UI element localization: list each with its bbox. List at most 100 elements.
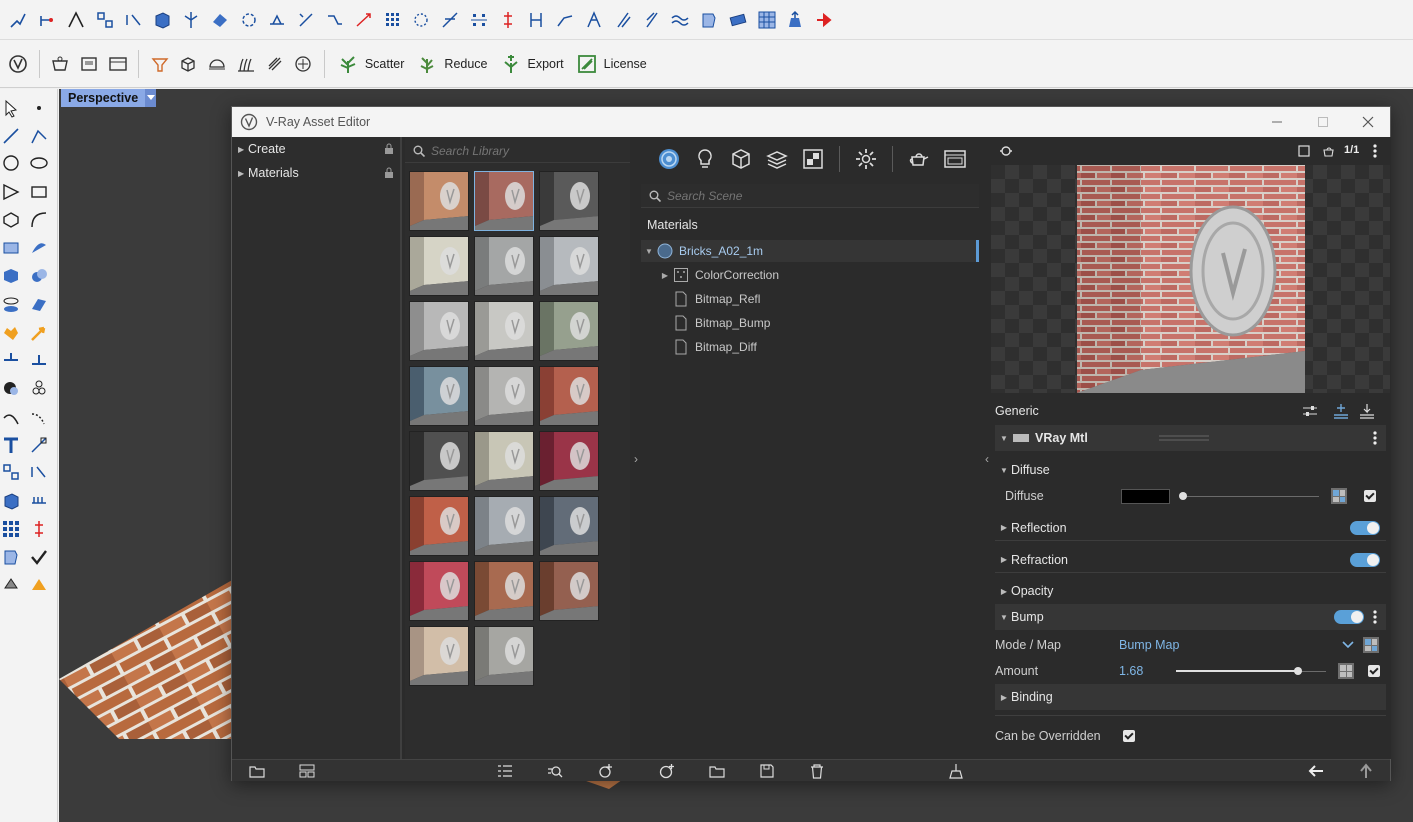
preview-ratio[interactable]: 1/1 bbox=[1344, 144, 1359, 156]
material-thumbnail[interactable] bbox=[474, 496, 534, 556]
scatter-button[interactable]: Scatter bbox=[337, 53, 404, 75]
extend-icon[interactable] bbox=[122, 8, 146, 32]
material-thumbnail[interactable] bbox=[474, 366, 534, 426]
material-thumbnail[interactable] bbox=[409, 171, 469, 231]
diffuse-section[interactable]: ▼ Diffuse bbox=[995, 457, 1386, 483]
patch-icon[interactable] bbox=[697, 8, 721, 32]
box-icon[interactable] bbox=[150, 8, 174, 32]
chevron-down-icon[interactable]: ▼ bbox=[643, 247, 655, 256]
vray-logo-icon[interactable] bbox=[6, 52, 30, 76]
material-thumbnail[interactable] bbox=[539, 431, 599, 491]
open-folder-icon[interactable] bbox=[248, 762, 266, 780]
material-thumbnail[interactable] bbox=[539, 366, 599, 426]
mesh-icon[interactable] bbox=[28, 294, 50, 316]
scene-child-row[interactable]: ▶ ColorCorrection bbox=[641, 264, 979, 286]
line-icon[interactable] bbox=[0, 125, 22, 147]
polyline-icon[interactable] bbox=[28, 125, 50, 147]
minimize-button[interactable] bbox=[1254, 107, 1300, 137]
select-icon[interactable] bbox=[0, 97, 22, 119]
material-thumbnail[interactable] bbox=[474, 236, 534, 296]
scene-child-row[interactable]: Bitmap_Refl bbox=[641, 288, 979, 310]
dashed-circle-icon[interactable] bbox=[409, 8, 433, 32]
chevron-right-icon[interactable]: ▶ bbox=[659, 271, 671, 280]
material-thumbnail[interactable] bbox=[539, 236, 599, 296]
open-file-icon[interactable] bbox=[708, 762, 726, 780]
move-icon[interactable] bbox=[496, 8, 520, 32]
material-thumbnail[interactable] bbox=[409, 561, 469, 621]
create-material-icon[interactable] bbox=[658, 762, 676, 780]
geometry-category-icon[interactable] bbox=[727, 145, 755, 173]
viewport-tab[interactable]: Perspective bbox=[61, 89, 157, 107]
ellipse-icon[interactable] bbox=[28, 152, 50, 174]
array-icon[interactable] bbox=[381, 8, 405, 32]
more-options-icon[interactable] bbox=[1372, 143, 1378, 159]
polygon-icon[interactable] bbox=[0, 209, 22, 231]
library-search-input[interactable] bbox=[431, 143, 591, 158]
can-be-overridden-checkbox[interactable] bbox=[1123, 730, 1135, 742]
scene-search-input[interactable] bbox=[667, 188, 827, 203]
lights-category-icon[interactable] bbox=[691, 145, 719, 173]
split-icon[interactable] bbox=[0, 349, 22, 371]
add-layer-icon[interactable] bbox=[1333, 403, 1349, 419]
wave-icon[interactable] bbox=[668, 8, 692, 32]
chevron-right-icon[interactable]: › bbox=[631, 444, 641, 474]
trim-icon[interactable] bbox=[28, 349, 50, 371]
material-thumbnail[interactable] bbox=[539, 301, 599, 361]
point-curve-icon[interactable] bbox=[35, 8, 59, 32]
dimension-icon[interactable] bbox=[28, 434, 50, 456]
diffuse-map-button[interactable] bbox=[1331, 488, 1347, 504]
maximize-button[interactable] bbox=[1300, 107, 1346, 137]
reflection-section[interactable]: ▶ Reflection bbox=[995, 515, 1386, 541]
polyline-icon[interactable] bbox=[6, 8, 30, 32]
material-thumbnail[interactable] bbox=[409, 236, 469, 296]
mesh-clipper-icon[interactable] bbox=[263, 52, 287, 76]
triangle-icon[interactable] bbox=[0, 181, 22, 203]
chevron-right-icon[interactable]: ▶ bbox=[997, 587, 1011, 596]
mesh-grid-icon[interactable] bbox=[755, 8, 779, 32]
sphere-icon[interactable] bbox=[28, 265, 50, 287]
material-thumbnail[interactable] bbox=[539, 496, 599, 556]
diffuse-color-swatch[interactable] bbox=[1121, 489, 1170, 504]
box-icon[interactable] bbox=[0, 265, 22, 287]
export-button[interactable]: Export bbox=[500, 53, 564, 75]
drag-handle[interactable] bbox=[1159, 435, 1209, 441]
sphere-points-icon[interactable] bbox=[237, 8, 261, 32]
grid-icon[interactable] bbox=[0, 518, 22, 540]
bump-mode-select[interactable]: Bump Map bbox=[1119, 638, 1179, 652]
purge-unused-icon[interactable] bbox=[947, 762, 965, 780]
material-thumbnail[interactable] bbox=[474, 171, 534, 231]
chevron-down-icon[interactable]: ▼ bbox=[997, 613, 1011, 622]
diffuse-checkbox[interactable] bbox=[1364, 490, 1376, 502]
material-thumbnail[interactable] bbox=[539, 171, 599, 231]
solid-icon[interactable] bbox=[0, 490, 22, 512]
explode-icon[interactable] bbox=[0, 322, 22, 344]
mirror-icon[interactable] bbox=[28, 461, 50, 483]
chevron-right-icon[interactable]: ▶ bbox=[997, 523, 1011, 532]
offset-icon[interactable] bbox=[323, 8, 347, 32]
material-thumbnail[interactable] bbox=[474, 301, 534, 361]
proxy-icon[interactable] bbox=[176, 52, 200, 76]
import-layer-icon[interactable] bbox=[1359, 403, 1375, 419]
sweep-1-icon[interactable] bbox=[611, 8, 635, 32]
window-titlebar[interactable]: V-Ray Asset Editor bbox=[232, 107, 1390, 137]
cylinder-icon[interactable] bbox=[0, 294, 22, 316]
preview-scene-icon[interactable] bbox=[999, 145, 1013, 157]
surface-icon[interactable] bbox=[0, 237, 22, 259]
curve-icon[interactable] bbox=[28, 209, 50, 231]
frame-buffer-icon[interactable] bbox=[941, 145, 969, 173]
frame-buffer-icon[interactable] bbox=[106, 52, 130, 76]
diffuse-slider-track[interactable] bbox=[1183, 496, 1319, 497]
chevron-right-icon[interactable]: ▶ bbox=[997, 555, 1011, 564]
fur-icon[interactable] bbox=[234, 52, 258, 76]
surface-edge-icon[interactable] bbox=[28, 237, 50, 259]
check-icon[interactable] bbox=[28, 546, 50, 568]
material-type-row[interactable]: ▼ VRay Mtl bbox=[995, 425, 1386, 451]
chevron-down-icon[interactable]: ▼ bbox=[997, 434, 1011, 443]
arrow-right-icon[interactable] bbox=[812, 8, 836, 32]
refraction-toggle[interactable] bbox=[1350, 553, 1380, 567]
arc-icon[interactable] bbox=[64, 8, 88, 32]
bump-amount-map-button[interactable] bbox=[1338, 663, 1354, 679]
render-teapot-icon[interactable] bbox=[905, 145, 933, 173]
trim-icon[interactable] bbox=[265, 8, 289, 32]
surface-icon[interactable] bbox=[208, 8, 232, 32]
